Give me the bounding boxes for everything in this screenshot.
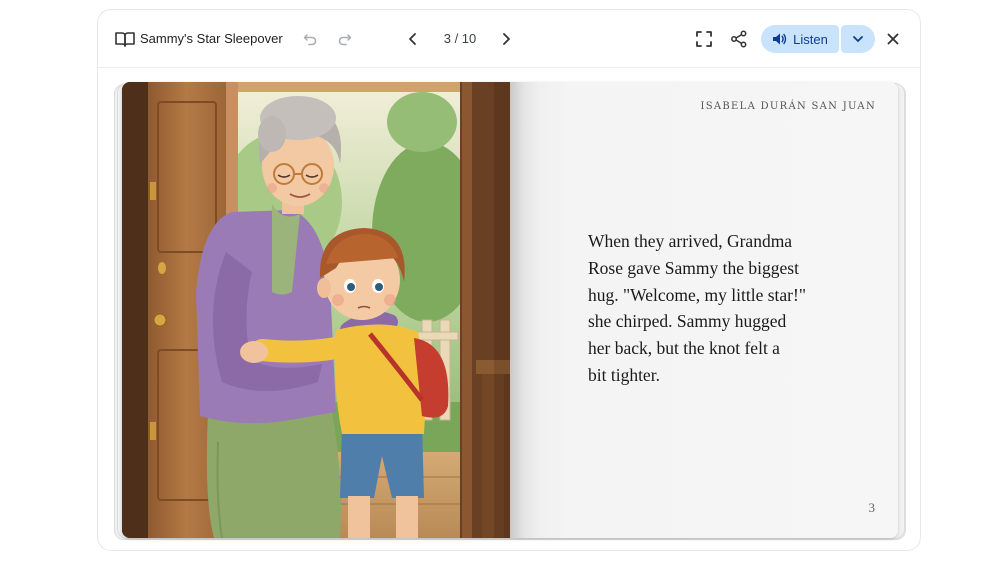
listen-button[interactable]: Listen — [761, 25, 839, 53]
story-text-line: Rose gave Sammy the biggest — [588, 257, 799, 278]
listen-options-dropdown[interactable] — [841, 25, 875, 53]
fullscreen-icon — [696, 31, 712, 47]
story-text-line: bit tighter. — [588, 364, 660, 385]
chevron-down-icon — [853, 36, 863, 42]
fullscreen-button[interactable] — [692, 27, 716, 51]
story-viewer: Sammy's Star Sleepover 3 / 10 Listen ISA… — [97, 9, 921, 551]
redo-button[interactable] — [333, 27, 357, 51]
close-icon — [887, 33, 899, 45]
share-icon — [731, 30, 747, 48]
book-title: Sammy's Star Sleepover — [140, 31, 283, 46]
book-open-icon — [114, 28, 136, 50]
book-spread: ISABELA DURÁN SAN JUAN When they arrived… — [112, 82, 908, 540]
next-page-button[interactable] — [494, 27, 518, 51]
previous-page-button[interactable] — [401, 27, 425, 51]
toolbar: Sammy's Star Sleepover 3 / 10 Listen — [98, 10, 920, 68]
story-text-line: she chirped. Sammy hugged — [588, 311, 787, 332]
author-name: ISABELA DURÁN SAN JUAN — [700, 101, 876, 112]
redo-icon — [338, 34, 352, 46]
page-number: 3 — [868, 500, 876, 515]
story-illustration — [122, 82, 510, 538]
story-text-line: hug. "Welcome, my little star!" — [588, 284, 806, 305]
page-spread: ISABELA DURÁN SAN JUAN When they arrived… — [122, 82, 898, 538]
chevron-left-icon — [409, 33, 416, 45]
undo-icon — [303, 34, 317, 46]
close-button[interactable] — [881, 27, 905, 51]
story-text: When they arrived, Grandma Rose gave Sam… — [588, 228, 848, 389]
undo-button[interactable] — [298, 27, 322, 51]
story-text-line: her back, but the knot felt a — [588, 338, 780, 359]
story-text-line: When they arrived, Grandma — [588, 231, 793, 251]
page-indicator: 3 / 10 — [443, 31, 477, 46]
chevron-right-icon — [503, 33, 510, 45]
speaker-icon — [773, 33, 787, 45]
listen-label: Listen — [793, 31, 828, 47]
share-button[interactable] — [727, 27, 751, 51]
text-page: ISABELA DURÁN SAN JUAN When they arrived… — [510, 82, 898, 538]
